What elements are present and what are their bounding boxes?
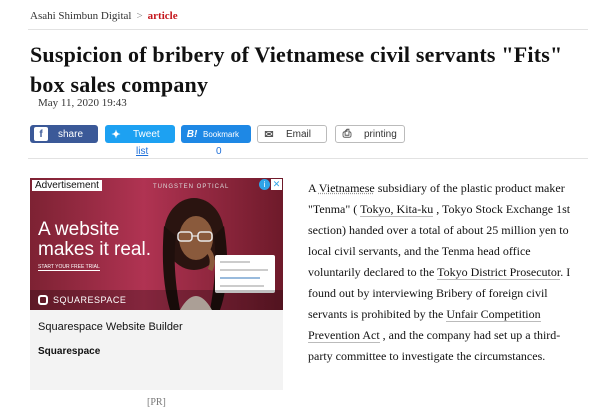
email-label: Email xyxy=(286,128,312,140)
ad-product-card xyxy=(215,255,275,293)
advertisement[interactable]: Advertisement TUNGSTEN OPTICAL i ✕ A web… xyxy=(30,178,283,390)
breadcrumb: Asahi Shimbun Digital > article xyxy=(30,10,178,22)
pr-label: [PR] xyxy=(147,397,166,408)
printer-icon: ⎙ xyxy=(342,127,352,140)
ad-headline: A website makes it real. xyxy=(38,220,158,260)
publish-date: May 11, 2020 19:43 xyxy=(38,97,127,109)
facebook-icon: f xyxy=(34,127,48,141)
print-label: printing xyxy=(364,128,397,140)
email-button[interactable]: ✉ Email xyxy=(257,125,327,143)
divider xyxy=(28,158,588,159)
ad-badge: Advertisement xyxy=(32,180,102,191)
bookmark-count[interactable]: 0 xyxy=(216,146,222,157)
squarespace-logo-text: SQUARESPACE xyxy=(53,295,127,305)
ad-advertiser: Squarespace xyxy=(38,346,101,357)
divider xyxy=(28,29,588,30)
breadcrumb-separator: > xyxy=(136,10,143,22)
ad-headline-line2: makes it real. xyxy=(38,239,151,260)
bookmark-label: Bookmark xyxy=(203,129,240,139)
keyword-plastic: plastic xyxy=(460,181,493,195)
facebook-share-button[interactable]: f share xyxy=(30,125,98,143)
twitter-tweet-button[interactable]: ✦ Tweet xyxy=(105,125,175,143)
breadcrumb-current: article xyxy=(147,10,178,22)
ad-title-link[interactable]: Squarespace Website Builder xyxy=(38,321,183,333)
hatena-bookmark-button[interactable]: B! Bookmark xyxy=(181,125,251,143)
squarespace-logo-icon xyxy=(38,295,48,305)
ad-image[interactable]: Advertisement TUNGSTEN OPTICAL i ✕ A web… xyxy=(30,178,283,310)
tweet-list-link[interactable]: list xyxy=(136,146,148,157)
ad-brand-mark: TUNGSTEN OPTICAL xyxy=(153,184,230,190)
print-button[interactable]: ⎙ printing xyxy=(335,125,405,143)
keyword-link-vietnamese[interactable]: Vietnamese xyxy=(319,181,375,195)
keyword-link-tokyo-district-prosecutor[interactable]: Tokyo District Prosecutor xyxy=(437,265,561,280)
breadcrumb-home-link[interactable]: Asahi Shimbun Digital xyxy=(30,10,131,22)
article-text: subsidiary of the xyxy=(374,181,461,195)
ad-cta-link[interactable]: START YOUR FREE TRIAL xyxy=(38,264,100,271)
squarespace-logo: SQUARESPACE xyxy=(38,295,126,305)
ad-close-icon[interactable]: ✕ xyxy=(271,179,282,190)
twitter-bird-icon: ✦ xyxy=(111,128,121,141)
keyword-link-tokyo-kita-ku[interactable]: Tokyo, Kita-ku xyxy=(360,202,434,217)
hatena-bookmark-icon: B! xyxy=(186,128,198,140)
ad-headline-line1: A website xyxy=(38,219,120,240)
page-title: Suspicion of bribery of Vietnamese civil… xyxy=(30,42,563,97)
tweet-label: Tweet xyxy=(133,128,160,140)
article-text: A xyxy=(308,181,319,195)
article-body: A Vietnamese subsidiary of the plastic p… xyxy=(308,178,583,367)
ad-info-icon[interactable]: i xyxy=(259,179,270,190)
facebook-share-label: share xyxy=(58,128,84,140)
email-icon: ✉ xyxy=(264,128,274,141)
